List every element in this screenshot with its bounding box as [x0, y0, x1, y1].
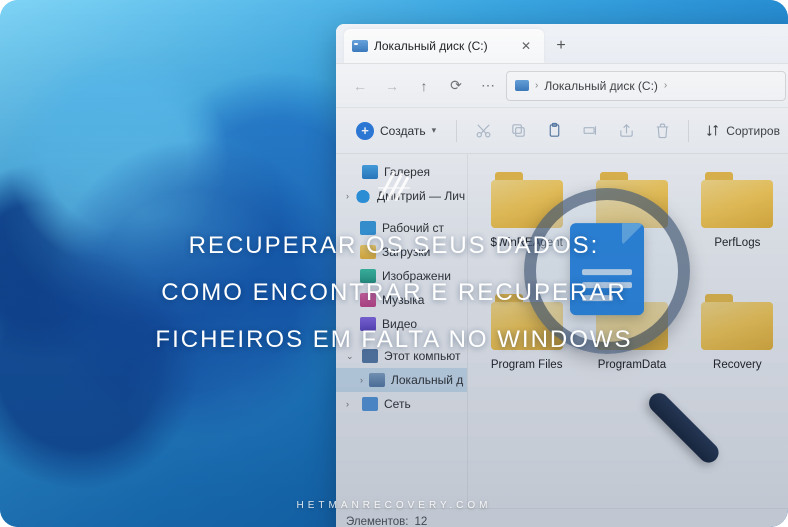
share-icon[interactable] [611, 115, 643, 147]
pc-icon [362, 349, 378, 363]
nav-back-button[interactable]: ← [346, 72, 374, 100]
tab-bar: Локальный диск (C:) ✕ + [336, 24, 788, 64]
desktop-icon [360, 221, 376, 235]
sidebar-item-gallery[interactable]: Галерея [336, 160, 467, 184]
tab-local-disk[interactable]: Локальный диск (C:) ✕ [344, 29, 544, 63]
file-label: PerfLogs [714, 236, 760, 250]
folder-item[interactable]: ProgramData [581, 288, 682, 406]
folder-icon [491, 294, 563, 350]
sidebar-item-label: Изображени [382, 269, 451, 283]
file-label: ProgramData [598, 358, 666, 372]
rename-icon[interactable] [575, 115, 607, 147]
folder-item[interactable]: Recovery [687, 288, 788, 406]
status-bar: Элементов: 12 [336, 508, 788, 527]
network-icon [362, 397, 378, 411]
file-label: Program Files [491, 358, 563, 372]
close-icon[interactable]: ✕ [518, 38, 534, 54]
folder-icon [491, 172, 563, 228]
file-label: $WinREAgent [491, 236, 563, 250]
promo-canvas: Локальный диск (C:) ✕ + ← → ↑ ⟳ ⋯ › Лока… [0, 0, 788, 527]
separator [456, 120, 457, 142]
status-elements-label: Элементов: [346, 516, 408, 527]
chevron-right-icon: › [346, 191, 349, 201]
sidebar-item-videos[interactable]: Видео [336, 312, 467, 336]
chevron-right-icon: › [535, 80, 538, 91]
video-icon [360, 317, 376, 331]
nav-more-button[interactable]: ⋯ [474, 72, 502, 100]
file-grid: $WinREAgent data PerfLogs Program Files … [468, 154, 788, 508]
copy-icon[interactable] [503, 115, 535, 147]
folder-item[interactable]: Program Files [476, 288, 577, 406]
sort-label: Сортиров [726, 124, 780, 138]
pictures-icon [360, 269, 376, 283]
folder-icon [701, 294, 773, 350]
folder-item[interactable]: PerfLogs [687, 166, 788, 284]
folder-icon [596, 172, 668, 228]
nav-forward-button[interactable]: → [378, 72, 406, 100]
sidebar-item-this-pc[interactable]: ⌄ Этот компьют [336, 344, 467, 368]
new-tab-button[interactable]: + [544, 29, 578, 63]
sidebar-item-label: Рабочий ст [382, 221, 444, 235]
folder-icon [596, 294, 668, 350]
sidebar-item-label: Сеть [384, 397, 411, 411]
plus-circle-icon: + [356, 122, 374, 140]
sidebar-item-label: Видео [382, 317, 417, 331]
folder-item[interactable]: $WinREAgent [476, 166, 577, 284]
gallery-icon [362, 165, 378, 179]
delete-icon[interactable] [646, 115, 678, 147]
drive-icon [369, 373, 385, 387]
sidebar: Галерея › Дмитрий — Лич Рабочий ст Загру… [336, 154, 468, 508]
drive-icon [352, 40, 368, 52]
sidebar-item-label: Музыка [382, 293, 424, 307]
drive-icon [515, 80, 529, 91]
address-bar-row: ← → ↑ ⟳ ⋯ › Локальный диск (C:) › [336, 64, 788, 108]
sidebar-item-label: Этот компьют [384, 349, 461, 363]
create-label: Создать [380, 124, 426, 138]
toolbar: + Создать ▾ [336, 108, 788, 154]
file-label: data [621, 236, 643, 250]
chevron-right-icon: › [346, 399, 356, 409]
chevron-down-icon: ⌄ [346, 351, 356, 362]
sidebar-item-onedrive[interactable]: › Дмитрий — Лич [336, 184, 467, 208]
sidebar-item-label: Галерея [384, 165, 430, 179]
path-segment: Локальный диск (C:) [544, 79, 658, 93]
chevron-right-icon: › [664, 80, 667, 91]
sidebar-item-music[interactable]: Музыка [336, 288, 467, 312]
sidebar-item-pictures[interactable]: Изображени [336, 264, 467, 288]
chevron-down-icon: ▾ [432, 125, 437, 136]
sidebar-item-downloads[interactable]: Загрузки [336, 240, 467, 264]
file-label: Recovery [713, 358, 762, 372]
cut-icon[interactable] [467, 115, 499, 147]
sidebar-item-network[interactable]: › Сеть [336, 392, 467, 416]
sidebar-item-label: Дмитрий — Лич [377, 189, 465, 203]
nav-up-button[interactable]: ↑ [410, 72, 438, 100]
sidebar-item-label: Загрузки [382, 245, 430, 259]
folder-item[interactable]: data [581, 166, 682, 284]
sidebar-item-local-disk[interactable]: › Локальный д [336, 368, 467, 392]
nav-refresh-button[interactable]: ⟳ [442, 72, 470, 100]
status-elements-count: 12 [414, 516, 427, 527]
sidebar-item-label: Локальный д [391, 373, 463, 387]
sort-button[interactable]: Сортиров [699, 123, 786, 138]
separator [688, 120, 689, 142]
chevron-right-icon: › [360, 375, 363, 385]
cloud-icon [355, 189, 371, 203]
address-path[interactable]: › Локальный диск (C:) › [506, 71, 786, 101]
create-button[interactable]: + Создать ▾ [346, 116, 446, 146]
explorer-body: Галерея › Дмитрий — Лич Рабочий ст Загру… [336, 154, 788, 508]
folder-icon [701, 172, 773, 228]
file-explorer-window: Локальный диск (C:) ✕ + ← → ↑ ⟳ ⋯ › Лока… [336, 24, 788, 527]
plus-icon: + [556, 37, 565, 55]
sidebar-item-desktop[interactable]: Рабочий ст [336, 216, 467, 240]
paste-icon[interactable] [539, 115, 571, 147]
tab-title: Локальный диск (C:) [374, 39, 512, 53]
downloads-icon [360, 245, 376, 259]
music-icon [360, 293, 376, 307]
